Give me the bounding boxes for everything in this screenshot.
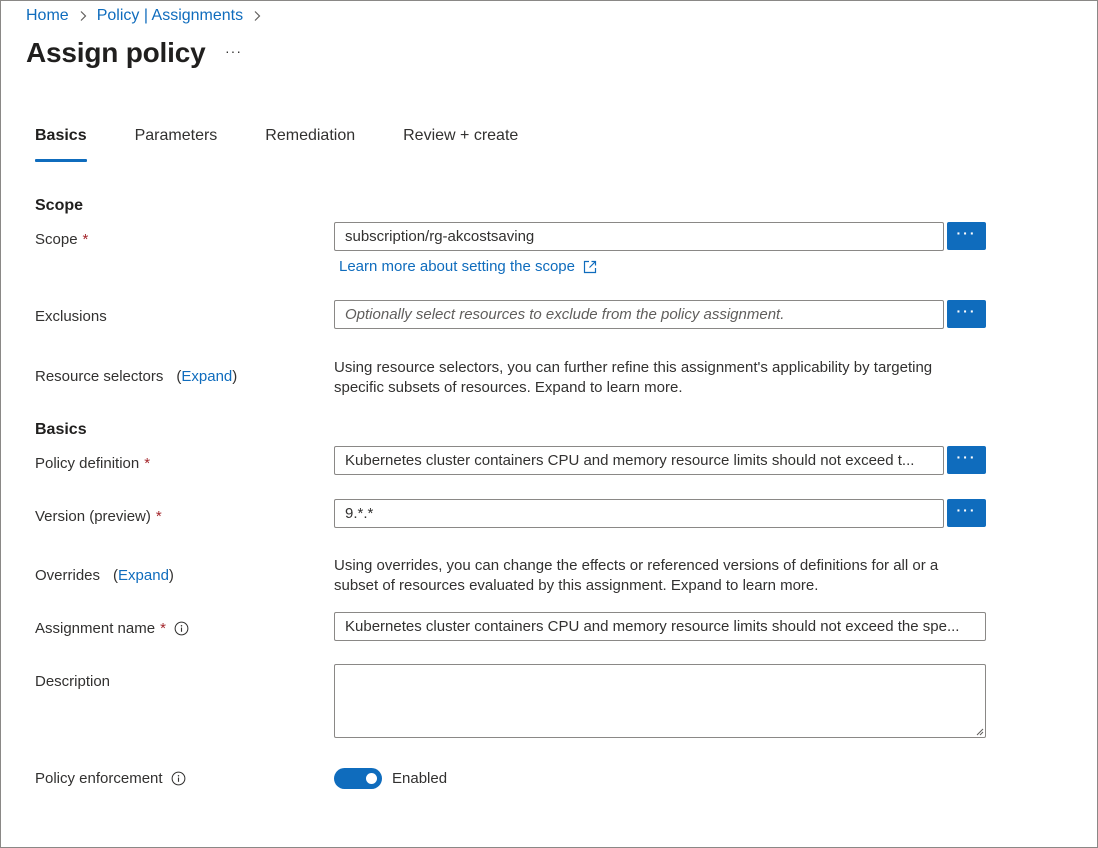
overrides-description: Using overrides, you can change the effe… bbox=[334, 557, 939, 594]
required-marker: * bbox=[82, 231, 89, 248]
description-label: Description bbox=[35, 673, 111, 690]
ellipsis-icon: ··· bbox=[956, 225, 977, 241]
resource-selectors-label-text: Resource selectors bbox=[35, 368, 164, 385]
required-marker: * bbox=[155, 508, 162, 525]
exclusions-browse-button[interactable]: ··· bbox=[947, 300, 986, 328]
breadcrumb: Home Policy | Assignments bbox=[26, 6, 271, 26]
page-title: Assign policy bbox=[26, 37, 206, 68]
overrides-label-text: Overrides bbox=[35, 567, 101, 584]
chevron-right-icon bbox=[77, 10, 89, 22]
version-label-text: Version (preview) bbox=[35, 508, 151, 525]
overrides-label: Overrides (Expand) bbox=[35, 567, 174, 584]
scope-section-heading: Scope bbox=[35, 197, 84, 214]
learn-more-scope-text: Learn more about setting the scope bbox=[339, 258, 575, 275]
tab-parameters[interactable]: Parameters bbox=[135, 127, 218, 161]
info-icon[interactable] bbox=[174, 621, 189, 636]
resource-selectors-label: Resource selectors (Expand) bbox=[35, 368, 237, 385]
exclusions-placeholder: Optionally select resources to exclude f… bbox=[345, 306, 785, 323]
scope-field[interactable]: subscription/rg-akcostsaving bbox=[334, 222, 944, 251]
overrides-expand-link[interactable]: Expand bbox=[118, 567, 169, 584]
assignment-name-label-text: Assignment name bbox=[35, 620, 156, 637]
scope-label-text: Scope bbox=[35, 231, 78, 248]
description-textarea[interactable] bbox=[334, 664, 986, 738]
version-field[interactable]: 9.*.* bbox=[334, 499, 944, 528]
version-value: 9.*.* bbox=[345, 505, 374, 522]
resource-selectors-description: Using resource selectors, you can furthe… bbox=[334, 359, 933, 396]
ellipsis-icon: ··· bbox=[956, 303, 977, 319]
policy-definition-value: Kubernetes cluster containers CPU and me… bbox=[345, 452, 915, 469]
breadcrumb-policy-assignments-link[interactable]: Policy | Assignments bbox=[97, 7, 243, 25]
chevron-right-icon bbox=[251, 10, 263, 22]
required-marker: * bbox=[144, 455, 151, 472]
breadcrumb-home-link[interactable]: Home bbox=[26, 7, 69, 25]
ellipsis-icon: ··· bbox=[956, 502, 977, 518]
tab-basics[interactable]: Basics bbox=[35, 127, 87, 162]
toggle-knob bbox=[366, 773, 377, 784]
scope-label: Scope * bbox=[35, 231, 88, 248]
assignment-name-label: Assignment name * bbox=[35, 620, 189, 637]
version-browse-button[interactable]: ··· bbox=[947, 499, 986, 527]
learn-more-scope-link[interactable]: Learn more about setting the scope bbox=[339, 258, 597, 275]
tab-review-create[interactable]: Review + create bbox=[403, 127, 518, 161]
info-icon[interactable] bbox=[171, 771, 186, 786]
required-marker: * bbox=[160, 620, 166, 637]
policy-definition-label-text: Policy definition bbox=[35, 455, 140, 472]
assignment-name-value: Kubernetes cluster containers CPU and me… bbox=[345, 618, 960, 635]
external-link-icon bbox=[583, 260, 597, 273]
policy-definition-field[interactable]: Kubernetes cluster containers CPU and me… bbox=[334, 446, 944, 475]
policy-enforcement-label-text: Policy enforcement bbox=[35, 770, 163, 787]
exclusions-field[interactable]: Optionally select resources to exclude f… bbox=[334, 300, 944, 329]
tab-remediation[interactable]: Remediation bbox=[265, 127, 355, 161]
policy-definition-browse-button[interactable]: ··· bbox=[947, 446, 986, 474]
ellipsis-icon: ··· bbox=[956, 449, 977, 465]
assignment-name-field[interactable]: Kubernetes cluster containers CPU and me… bbox=[334, 612, 986, 641]
tab-bar: Basics Parameters Remediation Review + c… bbox=[35, 127, 566, 163]
assign-policy-page: Home Policy | Assignments Assign policy … bbox=[0, 0, 1098, 848]
scope-browse-button[interactable]: ··· bbox=[947, 222, 986, 250]
policy-enforcement-toggle[interactable] bbox=[334, 768, 382, 789]
scope-value: subscription/rg-akcostsaving bbox=[345, 228, 535, 245]
more-options-button[interactable]: ··· bbox=[225, 43, 242, 59]
resource-selectors-expand-link[interactable]: Expand bbox=[181, 368, 232, 385]
paren-close: ) bbox=[232, 368, 238, 385]
resize-grip-icon[interactable] bbox=[975, 727, 984, 736]
policy-enforcement-label: Policy enforcement bbox=[35, 770, 186, 787]
version-label: Version (preview) * bbox=[35, 508, 162, 525]
exclusions-label: Exclusions bbox=[35, 308, 107, 325]
paren-close: ) bbox=[168, 567, 174, 584]
policy-definition-label: Policy definition * bbox=[35, 455, 150, 472]
policy-enforcement-state: Enabled bbox=[392, 770, 448, 787]
basics-section-heading: Basics bbox=[35, 421, 87, 438]
